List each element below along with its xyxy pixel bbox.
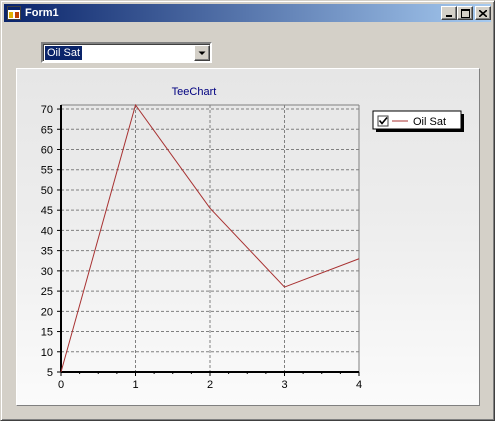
- y-tick-label: 70: [41, 104, 53, 116]
- minimize-button[interactable]: [441, 6, 457, 20]
- y-tick-label: 40: [41, 225, 53, 237]
- x-tick-label: 4: [356, 379, 362, 391]
- chart-panel: TeeChart 5 10 15 20 25 30 35 40 45 50 55 60 65 70 0 1 2 3…: [16, 68, 480, 406]
- x-tick-label: 3: [281, 379, 287, 391]
- main-window: Form1 Oil Sat TeeChart 5 10 15 20 25 30 35 40 45…: [0, 0, 495, 421]
- close-icon: [479, 9, 487, 17]
- dropdown-frame: Oil Sat: [43, 44, 210, 61]
- maximize-button[interactable]: [457, 6, 473, 20]
- chevron-down-icon: [198, 51, 206, 55]
- y-tick-label: 15: [41, 327, 53, 339]
- close-button[interactable]: [475, 6, 491, 20]
- y-tick-label: 5: [47, 367, 53, 379]
- line-chart: TeeChart 5 10 15 20 25 30 35 40 45 50 55 60 65 70 0 1 2 3…: [41, 86, 464, 391]
- y-tick-label: 35: [41, 246, 53, 258]
- y-tick-label: 60: [41, 145, 53, 157]
- x-tick-label: 0: [58, 379, 64, 391]
- y-tick-label: 50: [41, 185, 53, 197]
- x-tick-label: 2: [207, 379, 213, 391]
- y-tick-label: 30: [41, 266, 53, 278]
- form-icon[interactable]: [7, 6, 21, 20]
- series-dropdown[interactable]: Oil Sat: [41, 42, 212, 63]
- x-tick-label: 1: [132, 379, 138, 391]
- y-tick-label: 55: [41, 165, 53, 177]
- y-tick-label: 20: [41, 306, 53, 318]
- legend-label: Oil Sat: [413, 116, 446, 128]
- chart-title: TeeChart: [172, 86, 217, 98]
- y-tick-label: 10: [41, 347, 53, 359]
- title-bar[interactable]: Form1: [4, 4, 491, 22]
- dropdown-button[interactable]: [194, 45, 210, 61]
- y-tick-label: 45: [41, 205, 53, 217]
- window-title: Form1: [25, 7, 59, 19]
- y-tick-label: 25: [41, 286, 53, 298]
- dropdown-selected-value: Oil Sat: [45, 46, 83, 60]
- minimize-icon: [446, 15, 452, 17]
- maximize-icon: [460, 8, 470, 18]
- y-tick-label: 65: [41, 124, 53, 136]
- chart-legend[interactable]: Oil Sat: [372, 110, 464, 132]
